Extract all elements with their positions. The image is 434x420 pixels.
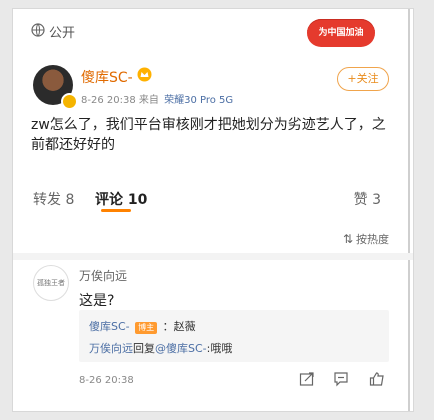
tab-comment[interactable]: 评论 10 [95,189,147,209]
tab-repost[interactable]: 转发 8 [33,189,74,209]
section-divider [13,253,413,260]
campaign-badge: 为中国加油 [307,19,375,47]
comment-avatar[interactable]: 孤独王者 [33,265,69,301]
comment-icon[interactable] [333,371,349,387]
op-badge: 博主 [135,322,158,334]
reply-item: 傻库SC- 博主 ：赵薇 [89,318,196,334]
reply-text: 哦哦 [210,342,233,355]
comment-username[interactable]: 万俟向远 [79,267,127,284]
reply-verb: 回复 [133,342,155,355]
post-device[interactable]: 荣耀30 Pro 5G [164,95,233,106]
post-text: zw怎么了，我们平台审核刚才把她划分为劣迹艺人了，之前都还好好的 [31,117,386,153]
tab-like[interactable]: 赞 3 [354,189,381,209]
source-prefix: 来自 [138,95,159,106]
reply-box[interactable]: 傻库SC- 博主 ：赵薇 万俟向远回复@傻库SC-:哦哦 [79,310,389,362]
visibility-label: 公开 [49,26,76,41]
sort-icon: ⇅ [342,232,353,246]
post-time: 8-26 20:38 [81,95,136,106]
reply-username[interactable]: 万俟向远 [89,342,133,355]
weibo-post-card: 公开 为中国加油 傻库SC- 8-26 20:38 来自 荣耀30 Pro 5G… [12,8,414,412]
reply-mention[interactable]: @傻库SC- [155,342,207,355]
post-username[interactable]: 傻库SC- [81,67,133,87]
active-tab-indicator [101,209,131,212]
post-tabs: 转发 8 评论 10 赞 3 [13,185,413,219]
comment-text: 这是? [79,293,115,309]
share-icon[interactable] [299,371,315,387]
topbar: 公开 为中国加油 [13,9,413,59]
reply-item: 万俟向远回复@傻库SC-:哦哦 [89,340,232,356]
follow-button[interactable]: +关注 [337,67,389,91]
reply-username[interactable]: 傻库SC- [89,320,130,333]
globe-icon [31,23,45,37]
vip-crown-icon [137,67,152,82]
post-meta: 8-26 20:38 来自 荣耀30 Pro 5G [81,91,233,106]
reply-text: 赵薇 [173,320,196,333]
verified-icon [61,93,78,110]
comment-time: 8-26 20:38 [79,375,134,386]
sort-toggle[interactable]: ⇅ 按热度 [343,231,389,247]
reply-separator: ： [162,320,174,333]
sort-label: 按热度 [356,233,389,246]
thumbs-up-icon[interactable] [369,371,385,387]
